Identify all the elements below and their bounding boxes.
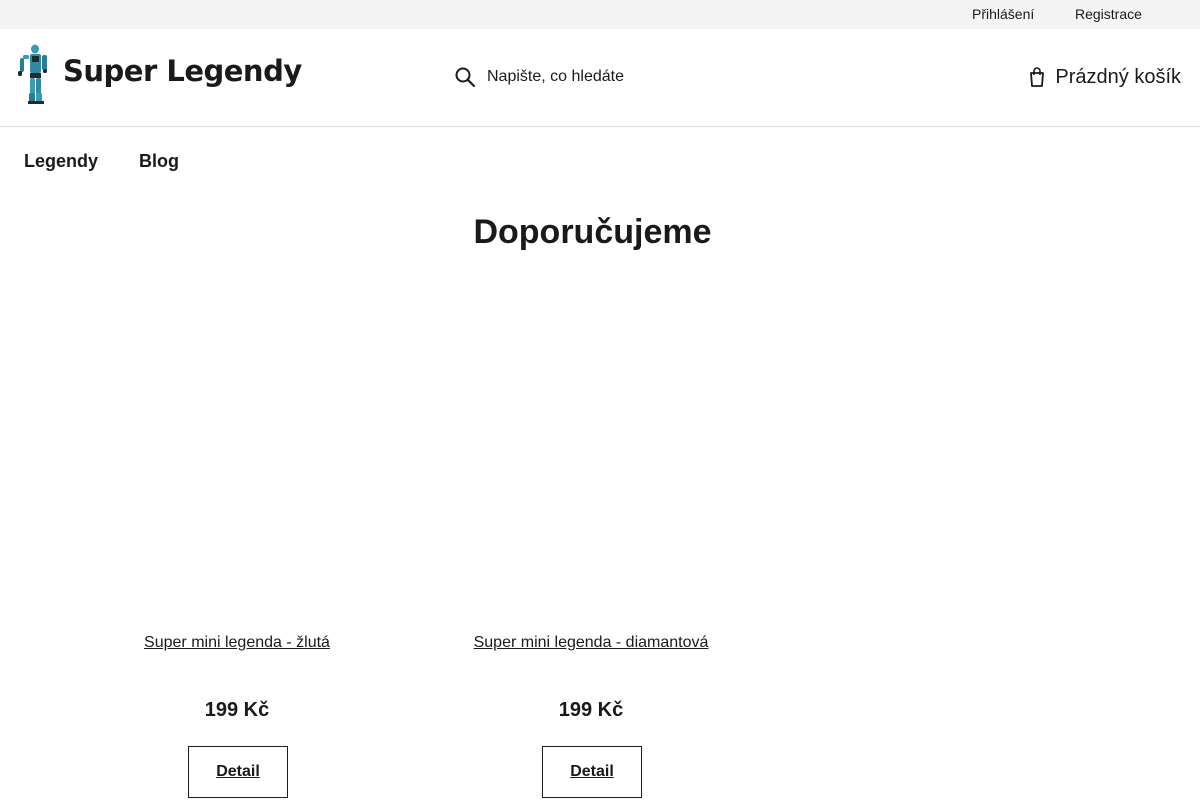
action-figure-logo-icon <box>18 44 47 104</box>
product-price: 199 Kč <box>558 699 624 721</box>
product-image[interactable] <box>441 290 741 610</box>
product-price: 199 Kč <box>204 699 270 721</box>
register-link[interactable]: Registrace <box>1075 6 1142 22</box>
search-input[interactable] <box>487 68 727 86</box>
product-card: Super mini legenda - diamantová 199 Kč D… <box>421 280 761 800</box>
product-detail-button[interactable]: Detail <box>542 746 642 798</box>
product-card: Super mini legenda - žlutá 199 Kč Detail <box>67 280 407 800</box>
section-title: Doporučujeme <box>473 213 712 251</box>
search-icon[interactable] <box>454 66 476 88</box>
logo-text: Super Legendy <box>63 54 302 88</box>
nav-item-blog[interactable]: Blog <box>139 151 179 172</box>
main-navigation: Legendy Blog <box>0 128 1200 188</box>
search-box[interactable] <box>450 59 750 95</box>
product-name-link[interactable]: Super mini legenda - diamantová <box>421 634 761 652</box>
cart-icon <box>1030 67 1045 87</box>
site-header: Super Legendy Prázdný košík <box>0 29 1200 127</box>
product-name-link[interactable]: Super mini legenda - žlutá <box>67 634 407 652</box>
product-detail-button[interactable]: Detail <box>188 746 288 798</box>
site-logo[interactable]: Super Legendy <box>16 44 302 104</box>
top-utility-bar: Přihlášení Registrace <box>0 0 1200 29</box>
cart-link[interactable]: Prázdný košík <box>1029 63 1181 91</box>
login-link[interactable]: Přihlášení <box>972 6 1034 22</box>
product-image[interactable] <box>87 290 387 610</box>
cart-label: Prázdný košík <box>1055 65 1181 88</box>
nav-item-legendy[interactable]: Legendy <box>24 151 98 172</box>
